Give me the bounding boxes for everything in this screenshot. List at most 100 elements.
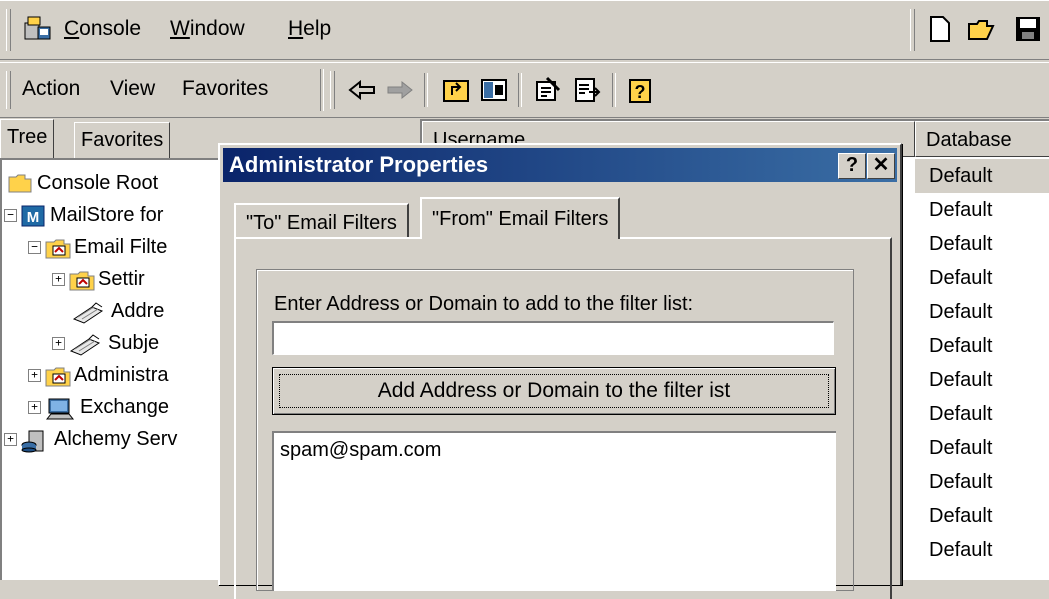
action-toolbar: Action View Favorites ? <box>0 62 1049 118</box>
mailstore-icon: M <box>21 205 45 227</box>
toolbar-separator <box>320 69 324 111</box>
table-cell-database[interactable]: Default <box>929 471 992 494</box>
tree-node-subject[interactable]: + Subje <box>52 332 160 356</box>
filter-list[interactable]: spam@spam.com <box>272 431 836 591</box>
toolbar-grip-right[interactable] <box>330 71 335 109</box>
menu-action[interactable]: Action <box>22 77 80 101</box>
table-cell-database[interactable]: Default <box>929 335 992 358</box>
address-domain-input[interactable] <box>272 321 834 355</box>
svg-text:M: M <box>27 209 40 226</box>
tab-label: "From" Email Filters <box>432 208 609 230</box>
console-app-icon <box>22 13 54 45</box>
expand-icon[interactable]: + <box>28 401 41 414</box>
tree-node-label: Administra <box>74 364 169 386</box>
tab-from-email-filters[interactable]: "From" Email Filters <box>420 197 621 239</box>
toolbar-separator <box>424 73 428 107</box>
forward-arrow-icon[interactable] <box>384 75 416 105</box>
menu-help-label: Help <box>288 17 332 40</box>
filter-folder-icon <box>45 237 71 259</box>
save-icon[interactable] <box>1012 14 1044 44</box>
table-cell-database[interactable]: Default <box>929 267 992 290</box>
folder-icon <box>8 173 32 195</box>
tree-node-label: Settir <box>98 268 145 290</box>
tab-tree[interactable]: Tree <box>0 119 55 158</box>
tree-node-email-filters[interactable]: − Email Filte <box>28 236 167 259</box>
filter-folder-icon <box>45 365 71 387</box>
menu-console-label: Console <box>64 17 142 40</box>
toolbar-grip-left[interactable] <box>6 71 11 109</box>
tab-label: "To" Email Filters <box>246 212 397 234</box>
toolbar-grip[interactable] <box>910 9 915 51</box>
tab-favorites-label: Favorites <box>81 129 164 151</box>
list-item[interactable]: spam@spam.com <box>280 439 441 462</box>
tab-to-email-filters[interactable]: "To" Email Filters <box>234 203 409 239</box>
expand-icon[interactable]: + <box>52 273 65 286</box>
menu-console[interactable]: Console <box>64 17 141 41</box>
table-cell-database[interactable]: Default <box>929 233 992 256</box>
column-header-label: Database <box>926 129 1012 151</box>
table-cell-database[interactable]: Default <box>929 505 992 528</box>
table-cell-database[interactable]: Default <box>929 199 992 222</box>
tree-node-exchange[interactable]: + Exchange <box>28 396 169 419</box>
tree-node-mailstore[interactable]: − M MailStore for <box>4 204 163 227</box>
svg-text:?: ? <box>635 82 646 102</box>
close-button[interactable]: ✕ <box>867 153 895 179</box>
address-filter-icon <box>72 301 106 324</box>
tab-tree-label: Tree <box>7 126 48 148</box>
tree-node-administrators[interactable]: + Administra <box>28 364 168 387</box>
menu-view-label: View <box>110 77 156 100</box>
properties-icon[interactable] <box>532 75 564 105</box>
subject-filter-icon <box>69 333 103 356</box>
computer-icon <box>45 397 75 419</box>
tree-node-label: Email Filte <box>74 236 168 258</box>
filter-label: Enter Address or Domain to add to the fi… <box>274 293 694 315</box>
menu-view[interactable]: View <box>110 77 155 101</box>
tree-node-label: Exchange <box>80 396 169 418</box>
tree-node-console-root[interactable]: Console Root <box>8 172 158 195</box>
tree-node-label: Console Root <box>37 172 159 194</box>
toolbar-separator <box>518 73 522 107</box>
tab-favorites[interactable]: Favorites <box>74 122 171 159</box>
filter-folder-icon <box>69 269 95 291</box>
tree-node-label: Subje <box>108 332 160 354</box>
collapse-icon[interactable]: − <box>28 241 41 254</box>
table-cell-database[interactable]: Default <box>929 403 992 426</box>
dialog-title: Administrator Properties <box>229 152 489 177</box>
table-cell-database[interactable]: Default <box>929 165 992 188</box>
expand-icon[interactable]: + <box>52 337 65 350</box>
tree-node-address[interactable]: Addre <box>72 300 165 324</box>
menubar-grip[interactable] <box>6 9 11 51</box>
new-document-icon[interactable] <box>924 14 956 44</box>
menu-favorites-label: Favorites <box>182 77 269 100</box>
dialog-title-bar[interactable]: Administrator Properties <box>223 148 897 182</box>
menu-favorites[interactable]: Favorites <box>182 77 268 101</box>
tree-node-label: Addre <box>111 300 165 322</box>
menu-help[interactable]: Help <box>288 17 331 41</box>
collapse-icon[interactable]: − <box>4 209 17 222</box>
toolbar-separator <box>612 73 616 107</box>
table-cell-database[interactable]: Default <box>929 301 992 324</box>
menu-window[interactable]: Window <box>170 17 245 41</box>
administrator-properties-dialog: Administrator Properties ? ✕ "To" Email … <box>218 143 902 599</box>
menu-bar: Console Window Help <box>0 0 1049 60</box>
tree-node-settings[interactable]: + Settir <box>52 268 145 291</box>
table-cell-database[interactable]: Default <box>929 369 992 392</box>
expand-icon[interactable]: + <box>4 433 17 446</box>
up-one-level-icon[interactable] <box>440 75 472 105</box>
help-topics-icon[interactable]: ? <box>626 75 658 105</box>
show-hide-tree-icon[interactable] <box>478 75 510 105</box>
tree-node-alchemy[interactable]: + Alchemy Serv <box>4 428 178 452</box>
back-arrow-icon[interactable] <box>346 75 378 105</box>
add-address-button[interactable]: Add Address or Domain to the filter ist <box>272 367 836 415</box>
table-cell-database[interactable]: Default <box>929 539 992 562</box>
add-address-button-label: Add Address or Domain to the filter ist <box>279 374 829 408</box>
database-server-icon <box>21 429 49 452</box>
tree-node-label: Alchemy Serv <box>54 428 178 450</box>
export-list-icon[interactable] <box>572 75 604 105</box>
table-cell-database[interactable]: Default <box>929 437 992 460</box>
help-button[interactable]: ? <box>838 153 866 179</box>
expand-icon[interactable]: + <box>28 369 41 382</box>
menu-action-label: Action <box>22 77 81 100</box>
column-header-database[interactable]: Database <box>915 121 1049 157</box>
open-folder-icon[interactable] <box>966 14 998 44</box>
